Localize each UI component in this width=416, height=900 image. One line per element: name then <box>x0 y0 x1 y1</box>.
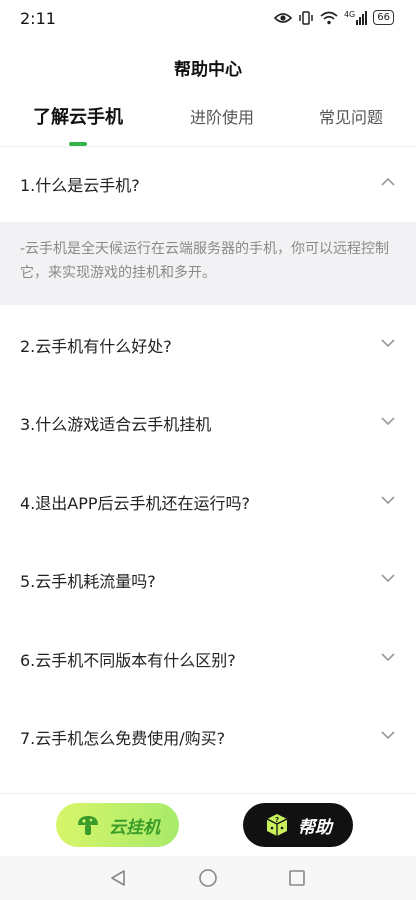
status-bar: 2:11 4G 66 <box>0 0 416 40</box>
chevron-down-icon <box>381 496 395 505</box>
tab-learn-cloud-phone[interactable]: 了解云手机 <box>33 103 123 129</box>
cloud-mushroom-icon <box>78 816 98 835</box>
battery-icon: 66 <box>373 10 394 25</box>
chevron-up-icon <box>381 177 395 186</box>
chevron-down-icon <box>381 574 395 583</box>
faq-question: 4.退出APP后云手机还在运行吗? <box>20 494 251 513</box>
faq-item-3[interactable]: 3.什么游戏适合云手机挂机 <box>0 383 416 461</box>
status-time: 2:11 <box>20 9 56 28</box>
nav-home-icon[interactable] <box>198 868 218 888</box>
faq-item-1[interactable]: 1.什么是云手机? <box>0 144 416 222</box>
faq-answer-text: -云手机是全天候运行在云端服务器的手机，你可以远程控制它，来实现游戏的挂机和多开… <box>20 241 390 281</box>
chevron-down-icon <box>381 339 395 348</box>
dice-icon: ? <box>266 814 288 836</box>
cloud-hang-button[interactable]: 云挂机 <box>56 803 179 847</box>
nav-recent-icon[interactable] <box>287 868 307 888</box>
system-nav-bar <box>0 856 416 900</box>
faq-question: 1.什么是云手机? <box>20 176 140 195</box>
help-button[interactable]: ? 帮助 <box>243 803 353 847</box>
faq-question: 6.云手机不同版本有什么区别? <box>20 651 236 670</box>
faq-question: 3.什么游戏适合云手机挂机 <box>20 415 212 434</box>
faq-answer-1: -云手机是全天候运行在云端服务器的手机，你可以远程控制它，来实现游戏的挂机和多开… <box>0 222 416 305</box>
faq-item-5[interactable]: 5.云手机耗流量吗? <box>0 540 416 618</box>
faq-item-7[interactable]: 7.云手机怎么免费使用/购买? <box>0 697 416 775</box>
tab-faq[interactable]: 常见问题 <box>319 104 383 128</box>
cloud-hang-label: 云挂机 <box>109 817 160 838</box>
faq-question: 2.云手机有什么好处? <box>20 337 172 356</box>
wifi-icon <box>320 11 338 24</box>
faq-item-2[interactable]: 2.云手机有什么好处? <box>0 305 416 383</box>
chevron-down-icon <box>381 653 395 662</box>
chevron-down-icon <box>381 417 395 426</box>
bottom-bar: 云挂机 ? 帮助 <box>0 793 416 856</box>
eye-icon <box>273 12 292 23</box>
vibrate-icon <box>299 10 313 25</box>
chevron-down-icon <box>381 731 395 740</box>
faq-question: 5.云手机耗流量吗? <box>20 572 156 591</box>
faq-item-4[interactable]: 4.退出APP后云手机还在运行吗? <box>0 462 416 540</box>
page-title: 帮助中心 <box>174 60 242 80</box>
network-type: 4G <box>343 9 356 19</box>
tab-bar: 了解云手机 进阶使用 常见问题 <box>0 104 416 147</box>
tab-advanced-use[interactable]: 进阶使用 <box>190 104 254 128</box>
status-icons: 4G 66 <box>273 9 394 25</box>
signal-icon: 4G <box>343 9 368 25</box>
faq-item-6[interactable]: 6.云手机不同版本有什么区别? <box>0 619 416 697</box>
help-label: 帮助 <box>298 817 332 838</box>
nav-back-icon[interactable] <box>108 868 128 888</box>
svg-text:?: ? <box>275 816 279 824</box>
faq-question: 7.云手机怎么免费使用/购买? <box>20 729 226 748</box>
